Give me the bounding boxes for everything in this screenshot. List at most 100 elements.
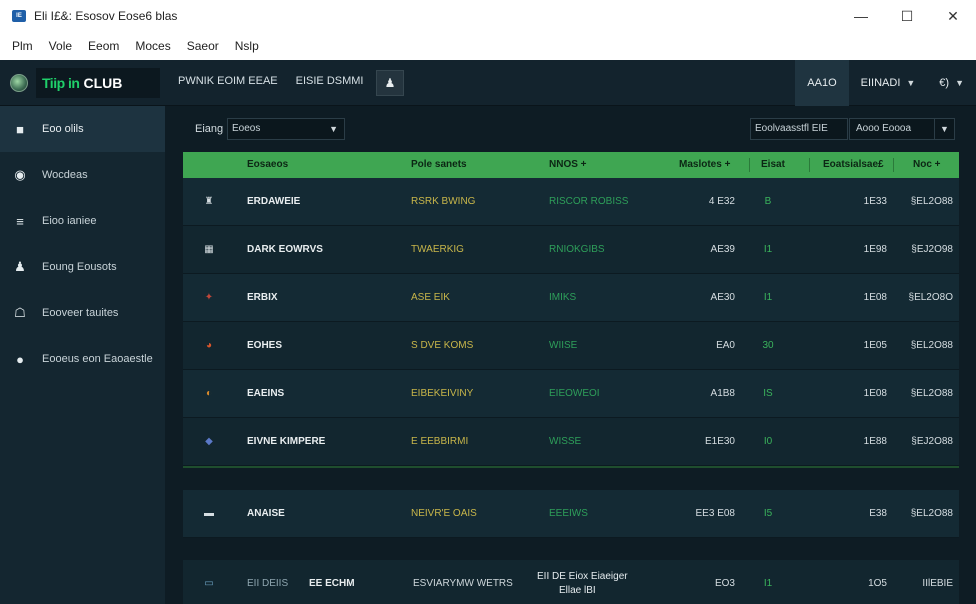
cell-type: NEIVR'E OAIS <box>411 508 477 519</box>
cell-value: IIlEBIE <box>922 578 953 589</box>
cell-value: §EJ2O88 <box>911 436 953 447</box>
window-title: Eli I£&: Esosov Eose6 blas <box>34 9 178 23</box>
chat-icon: ■ <box>16 121 24 137</box>
cell-value: A1B8 <box>710 388 735 399</box>
table-row[interactable]: ▭ EII DEIIS EE ECHM ESVIARYMW WETRS EII … <box>183 560 959 604</box>
column-divider <box>809 158 810 172</box>
menu-item-edit[interactable]: Eeom <box>88 39 119 53</box>
table-row[interactable]: ▦ DARK EOWRVS TWAERKIG RNIOKGIBS AE39 I1… <box>183 226 959 274</box>
sidebar-item-info[interactable]: ● Eooeus eon Eaoaestle <box>0 336 165 382</box>
menu-item-search[interactable]: Saeor <box>187 39 219 53</box>
account-dropdown[interactable]: EIINADI ▼ <box>849 60 928 106</box>
jersey-icon: ♜ <box>204 196 214 207</box>
cell-value: 1O5 <box>868 578 887 589</box>
cell-value: §EL2O88 <box>910 508 953 519</box>
cell-value: 30 <box>762 340 774 351</box>
sidebar-item-players[interactable]: ♟ Eoung Eousots <box>0 244 165 290</box>
menu-item-help[interactable]: Nslp <box>235 39 259 53</box>
person-icon: ♟ <box>14 259 26 274</box>
cell-value: B <box>764 196 772 207</box>
main-content: Eiang Eoeos ▼ Eoolvaasstfl EIE Aooo Eooo… <box>165 106 976 604</box>
app-window: Tiip in CLUB PWNIK EOIM EEAE EISIE DSMMI… <box>0 60 976 604</box>
currency-dropdown[interactable]: €) ▼ <box>927 60 976 106</box>
van-icon: ▭ <box>204 578 214 589</box>
table-row[interactable]: ✦ ERBIX ASE EIK IMIKS AE30 I1 1E08 §EL2O… <box>183 274 959 322</box>
cell-value: 1E33 <box>863 196 887 207</box>
cell-value: I1 <box>763 244 773 255</box>
sidebar-item-grid[interactable]: ≡ Eioo ianiee <box>0 198 165 244</box>
close-button[interactable]: ✕ <box>930 0 976 32</box>
globe-icon[interactable] <box>10 74 28 92</box>
sort-value: Aooo Eoooa <box>856 123 912 134</box>
column-header[interactable]: Eosaeos <box>247 152 288 178</box>
chevron-down-icon: ▼ <box>329 124 338 134</box>
cell-type: EIBEKEIVINY <box>411 388 474 399</box>
cell-value: I5 <box>763 508 773 519</box>
cell-team: EEEIWS <box>549 508 588 519</box>
sidebar: ■ Eoo olils ◉ Wocdeas ≡ Eioo ianiee ♟ Eo… <box>0 106 165 604</box>
sidebar-item-club[interactable]: ■ Eoo olils <box>0 106 165 152</box>
table-row[interactable]: ▬ ANAISE NEIVR'E OAIS EEEIWS EE3 E08 I5 … <box>183 490 959 538</box>
cell-name: EIVNE KIMPERE <box>247 436 326 447</box>
cell-value: 1E08 <box>863 292 887 303</box>
sidebar-item-label: Eioo ianiee <box>42 215 97 227</box>
brand-badge: Tiip in <box>42 75 80 91</box>
cell-value: EA0 <box>716 340 735 351</box>
cell-team: IMIKS <box>549 292 577 303</box>
sort-dropdown[interactable]: Aooo Eoooa ▼ <box>849 118 955 140</box>
column-header[interactable]: Pole sanets <box>411 152 467 178</box>
cell-value: 1E08 <box>863 388 887 399</box>
column-header[interactable]: Maslotes + <box>679 152 730 178</box>
cell-value: AE30 <box>710 292 735 303</box>
column-header[interactable]: Noc + <box>913 152 941 178</box>
chevron-down-icon: ▼ <box>934 119 954 139</box>
column-header[interactable]: Eoatsialsae£ <box>823 152 884 178</box>
cell-name: ANAISE <box>247 508 285 519</box>
cell-team: RISCOR ROBISS <box>549 196 629 207</box>
menu-item-file[interactable]: Plm <box>12 39 33 53</box>
user-icon[interactable]: ♟ <box>376 70 404 96</box>
maximize-button[interactable]: ☐ <box>884 0 930 32</box>
header-nav-item[interactable]: EISIE DSMMI <box>296 75 364 87</box>
filter-dropdown[interactable]: Eoeos ▼ <box>227 118 345 140</box>
sidebar-item-wardrobe[interactable]: ◉ Wocdeas <box>0 152 165 198</box>
table-row[interactable]: ♜ ERDAWEIE RSRK BWING RISCOR ROBISS 4 E3… <box>183 178 959 226</box>
info-icon: ● <box>16 351 24 367</box>
cell-value: §EL2O8O <box>908 292 953 303</box>
bull-icon: ✦ <box>204 292 214 303</box>
table-row[interactable]: ◆ EIVNE KIMPERE E EEBBIRMI WISSE E1E30 I… <box>183 418 959 466</box>
filter-value: Eoeos <box>232 123 261 134</box>
column-header[interactable]: Eisat <box>761 152 785 178</box>
sidebar-item-label: Wocdeas <box>42 169 88 181</box>
header-action-button[interactable]: AA1O <box>795 60 849 106</box>
cell-value: I1 <box>763 292 773 303</box>
column-divider <box>893 158 894 172</box>
header-nav-item[interactable]: PWNIK EOIM EEAE <box>178 75 278 87</box>
column-header[interactable]: NNOS + <box>549 152 587 178</box>
cell-name: ERBIX <box>247 292 278 303</box>
cell-value: E38 <box>869 508 887 519</box>
account-label: EIINADI <box>860 77 901 89</box>
cell-name: EOHES <box>247 340 283 351</box>
sidebar-item-facilities[interactable]: ☖ Eooveer tauites <box>0 290 165 336</box>
header-right: AA1O EIINADI ▼ €) ▼ <box>795 60 976 106</box>
cell-name: EII DEIIS <box>247 578 289 589</box>
menu-item-modes[interactable]: Moces <box>135 39 170 53</box>
table-row[interactable]: ◐ EAEINS EIBEKEIVINY EIEOWEOI A1B8 IS 1E… <box>183 370 959 418</box>
app-icon: IE <box>12 10 26 22</box>
sidebar-item-label: Eoo olils <box>42 123 84 135</box>
minimize-button[interactable]: — <box>838 0 884 32</box>
cell-team-line2: Ellae lBI <box>559 585 596 596</box>
table-row[interactable]: ◕ EOHES S DVE KOMS WIISE EA0 30 1E05 §EL… <box>183 322 959 370</box>
cell-value: §EL2O88 <box>910 196 953 207</box>
brand-logo[interactable]: Tiip in CLUB <box>36 68 160 98</box>
cell-type: ESVIARYMW WETRS <box>413 578 513 589</box>
window-title-bar: IE Eli I£&: Esosov Eose6 blas — ☐ ✕ <box>0 0 976 32</box>
filter-label: Eiang <box>195 123 224 135</box>
cell-name: ERDAWEIE <box>247 196 301 207</box>
target-icon: ◉ <box>14 167 26 182</box>
cell-type: S DVE KOMS <box>411 340 474 351</box>
cell-team: EIEOWEOI <box>549 388 600 399</box>
cell-team: WIISE <box>549 340 578 351</box>
menu-item-view[interactable]: Vole <box>49 39 72 53</box>
